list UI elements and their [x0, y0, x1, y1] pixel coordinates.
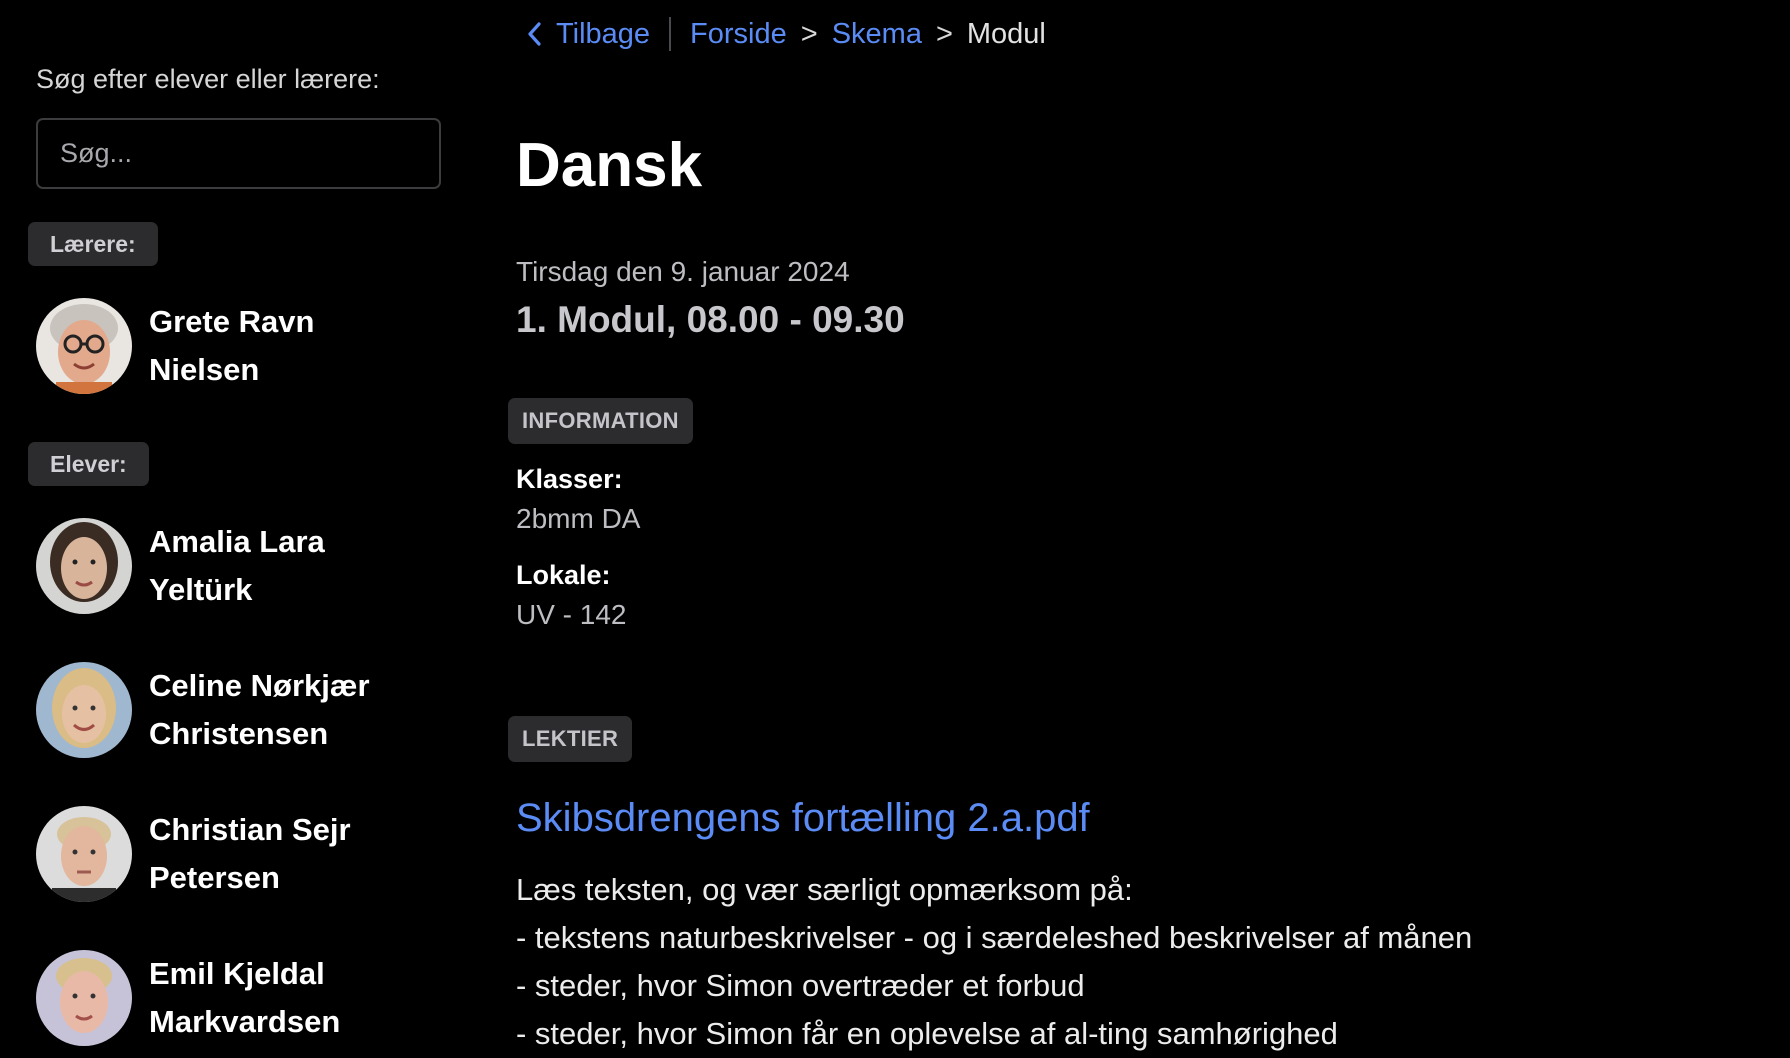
student-name: Christian Sejr Petersen: [149, 812, 351, 895]
homework-description: Læs teksten, og vær særligt opmærksom på…: [516, 866, 1472, 1058]
teacher-item[interactable]: Grete Ravn Nielsen: [36, 298, 409, 394]
homework-line: - steder, hvor Simon får en oplevelse af…: [516, 1016, 1338, 1051]
homework-line: - steder, hvor Simon overtræder et forbu…: [516, 968, 1085, 1003]
teacher-avatar: [36, 298, 132, 394]
breadcrumb: Tilbage Forside > Skema > Modul: [524, 14, 1046, 54]
student-avatar: [36, 662, 132, 758]
back-link[interactable]: Tilbage: [524, 18, 650, 51]
homework-line: - tekstens naturbeskrivelser - og i særd…: [516, 920, 1473, 955]
breadcrumb-divider: [669, 17, 672, 51]
back-label: Tilbage: [556, 17, 651, 50]
search-label: Søg efter elever eller lærere:: [36, 64, 380, 94]
search-input[interactable]: [36, 118, 441, 189]
students-section-label: Elever:: [28, 442, 149, 486]
teacher-name: Grete Ravn Nielsen: [149, 304, 315, 387]
breadcrumb-current: Modul: [966, 17, 1046, 50]
homework-line: Læs teksten, og vær særligt opmærksom på…: [516, 872, 1133, 907]
student-avatar: [36, 806, 132, 902]
breadcrumb-separator: >: [800, 17, 818, 50]
homework-tag: LEKTIER: [508, 716, 633, 762]
student-name: Amalia Lara Yeltürk: [149, 524, 325, 607]
student-item[interactable]: Celine Nørkjær Christensen: [36, 662, 409, 758]
homework-file-link[interactable]: Skibsdrengens fortælling 2.a.pdf: [516, 796, 1090, 841]
breadcrumb-schedule[interactable]: Skema: [832, 18, 922, 51]
teachers-section-label: Lærere:: [28, 222, 158, 266]
student-avatar: [36, 518, 132, 614]
chevron-left-icon: [528, 22, 541, 46]
classes-value: 2bmm DA: [516, 503, 641, 534]
student-item[interactable]: Amalia Lara Yeltürk: [36, 518, 409, 614]
sidebar: Søg efter elever eller lærere: Lærere: G…: [0, 0, 470, 1046]
room-value: UV - 142: [516, 599, 627, 630]
room-label: Lokale:: [516, 560, 611, 590]
student-item[interactable]: Christian Sejr Petersen: [36, 806, 409, 902]
information-tag: INFORMATION: [508, 398, 693, 444]
classes-label: Klasser:: [516, 464, 623, 494]
page-title: Dansk: [516, 131, 703, 200]
breadcrumb-separator: >: [935, 17, 953, 50]
lesson-date: Tirsdag den 9. januar 2024: [516, 256, 850, 287]
student-name: Celine Nørkjær Christensen: [149, 668, 370, 751]
breadcrumb-home[interactable]: Forside: [690, 18, 787, 51]
lesson-module: 1. Modul, 08.00 - 09.30: [516, 299, 905, 340]
